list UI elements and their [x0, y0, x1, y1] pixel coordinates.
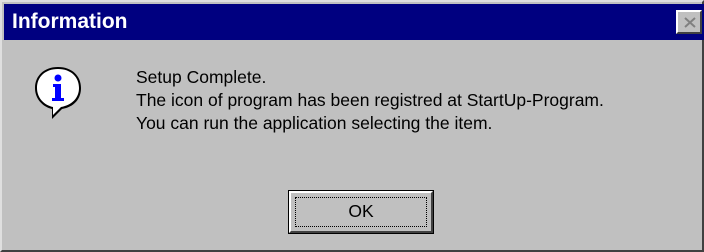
information-icon [35, 67, 81, 119]
message-line: The icon of program has been registred a… [136, 90, 604, 110]
title-bar[interactable]: Information [4, 4, 704, 40]
ok-button-label: OK [348, 201, 374, 221]
close-button[interactable] [676, 10, 702, 34]
close-icon [684, 17, 696, 28]
window-title: Information [12, 10, 128, 33]
ok-button[interactable]: OK [288, 190, 434, 234]
message-text: Setup Complete. The icon of program has … [136, 66, 696, 135]
dialog-window: Information Setup Complete. The icon of … [0, 0, 704, 252]
message-line: You can run the application selecting th… [136, 113, 493, 133]
message-line: Setup Complete. [136, 67, 267, 87]
